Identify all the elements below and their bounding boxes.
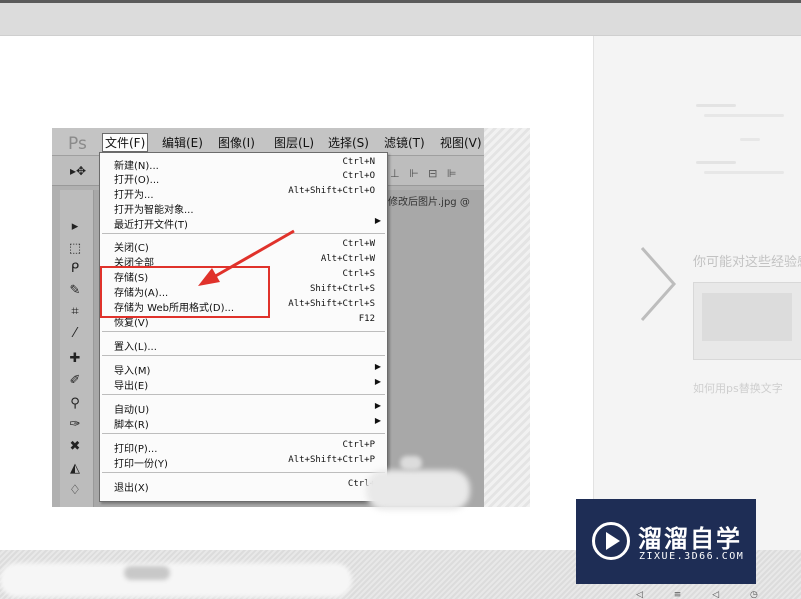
- menu-select[interactable]: 选择(S): [328, 134, 369, 151]
- menu-item-new[interactable]: 新建(N)... Ctrl+N: [114, 157, 375, 172]
- browser-top-bar: [0, 0, 801, 36]
- menu-separator: [102, 355, 385, 356]
- menu-item-open[interactable]: 打开(O)... Ctrl+O: [114, 171, 375, 186]
- menu-edit[interactable]: 编辑(E): [162, 134, 203, 151]
- menu-view[interactable]: 视图(V): [440, 134, 482, 151]
- blurred-avatar: [124, 566, 170, 580]
- related-item[interactable]: [690, 98, 800, 148]
- submenu-arrow-icon: ▶: [374, 401, 381, 410]
- stamp-tool-icon[interactable]: ⚲: [64, 395, 86, 413]
- menu-item-import[interactable]: 导入(M) ▶: [114, 362, 381, 377]
- related-card[interactable]: [693, 282, 801, 360]
- move-tool-icon[interactable]: ▸✥: [70, 164, 86, 178]
- submenu-arrow-icon: ▶: [374, 362, 381, 371]
- menu-filter[interactable]: 滤镜(T): [384, 134, 425, 151]
- brush-tool-icon[interactable]: ✐: [64, 372, 86, 390]
- menu-separator: [102, 331, 385, 332]
- menu-file[interactable]: 文件(F): [102, 133, 149, 152]
- annotation-arrow-icon: [198, 229, 295, 286]
- menu-item-automate[interactable]: 自动(U) ▶: [114, 401, 381, 416]
- menu-layer[interactable]: 图层(L): [274, 134, 314, 151]
- bucket-tool-icon[interactable]: ◭: [64, 460, 86, 478]
- menu-item-export[interactable]: 导出(E) ▶: [114, 377, 381, 392]
- document-tab[interactable]: 修改后图片.jpg @: [388, 193, 470, 208]
- eraser-tool-icon[interactable]: ✖: [64, 438, 86, 456]
- move-tool-icon[interactable]: ▸: [64, 218, 86, 236]
- ps-logo: Ps: [68, 134, 87, 154]
- menu-item-scripts[interactable]: 脚本(R) ▶: [114, 416, 381, 431]
- menu-item-open-smart-object[interactable]: 打开为智能对象...: [114, 201, 375, 216]
- quick-select-tool-icon[interactable]: ✎: [64, 282, 86, 300]
- blurred-overlay: [400, 456, 422, 470]
- status-icons[interactable]: ◁ ≡ ◁ ◷: [636, 590, 772, 599]
- menu-image[interactable]: 图像(I): [218, 134, 255, 151]
- blurred-overlay: [366, 470, 470, 510]
- submenu-arrow-icon: ▶: [374, 377, 381, 386]
- play-icon: [606, 532, 620, 550]
- file-menu-dropdown: 新建(N)... Ctrl+N 打开(O)... Ctrl+O 打开为... Alt+…: [99, 152, 388, 502]
- menu-item-print[interactable]: 打印(P)... Ctrl+P: [114, 440, 375, 455]
- blur-tool-icon[interactable]: ♢: [64, 482, 86, 500]
- menu-separator: [102, 394, 385, 395]
- submenu-arrow-icon: ▶: [374, 216, 381, 225]
- lasso-tool-icon[interactable]: ᑭ: [64, 260, 86, 278]
- eyedropper-tool-icon[interactable]: ⁄: [64, 325, 86, 343]
- healing-tool-icon[interactable]: ✚: [64, 350, 86, 368]
- menu-item-exit[interactable]: 退出(X) Ctrl+: [114, 479, 375, 494]
- marquee-tool-icon[interactable]: ⬚: [64, 240, 86, 258]
- crop-tool-icon[interactable]: ⌗: [64, 303, 86, 321]
- submenu-arrow-icon: ▶: [374, 416, 381, 425]
- zixue-watermark: 溜溜自学 ZIXUE.3D66.COM: [576, 499, 756, 584]
- menu-separator: [102, 472, 385, 473]
- history-brush-tool-icon[interactable]: ✑: [64, 416, 86, 434]
- align-icons[interactable]: ⊥ ⊩ ⊟ ⊫: [390, 167, 459, 180]
- menu-item-print-one-copy[interactable]: 打印一份(Y) Alt+Shift+Ctrl+P: [114, 455, 375, 470]
- blurred-toolbar: [0, 563, 352, 597]
- watermark-url: ZIXUE.3D66.COM: [639, 551, 745, 562]
- related-card-caption[interactable]: 如何用ps替换文字: [693, 380, 783, 396]
- related-item[interactable]: [690, 155, 800, 205]
- related-card-thumbnail: [702, 293, 792, 341]
- menu-separator: [102, 433, 385, 434]
- next-arrow-icon[interactable]: [638, 244, 678, 324]
- watermark-brand: 溜溜自学: [638, 525, 742, 553]
- related-section-title: 你可能对这些经验感兴趣: [693, 255, 801, 270]
- menu-item-open-as[interactable]: 打开为... Alt+Shift+Ctrl+O: [114, 186, 375, 201]
- menu-item-place[interactable]: 置入(L)...: [114, 338, 375, 353]
